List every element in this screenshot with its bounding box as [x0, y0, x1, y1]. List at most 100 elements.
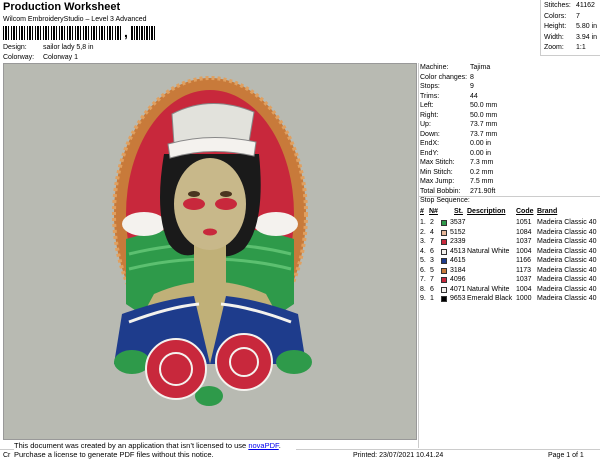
machine-label: Stops:	[420, 83, 440, 90]
stat-label: Stitches:	[544, 2, 571, 9]
machine-value: 0.00 in	[470, 149, 492, 157]
table-row: 7. 7 4096 1037 Madeira Classic 40	[419, 275, 600, 285]
notice-line-2: Purchase a license to generate PDF files…	[14, 450, 214, 459]
stat-value: 41162	[576, 2, 595, 9]
machine-label: Down:	[420, 130, 440, 138]
design-value: sailor lady 5,8 in	[42, 44, 94, 51]
cell-n: 1.	[420, 219, 426, 226]
barcode-separator: ,	[124, 24, 128, 40]
stat-row: Width: 3.94 in	[544, 33, 600, 44]
cell-st: 4071	[450, 285, 466, 293]
printed-date: Printed: 23/07/2021 10.41.24	[353, 452, 444, 459]
cell-st: 4513	[450, 247, 466, 255]
table-row: 4. 6 4513 Natural White 1004 Madeira Classic …	[419, 247, 600, 257]
machine-row: Trims: 44	[420, 92, 478, 101]
cell-st: 5152	[450, 228, 466, 236]
cell-code: 1166	[516, 257, 532, 264]
machine-label: Right:	[420, 111, 439, 119]
cell-num: 1	[430, 295, 434, 302]
cell-code: 1037	[516, 276, 532, 283]
cloud	[254, 212, 298, 236]
stats-box: Stitches: 41162 Colors: 7 Height: 5.80 in W…	[540, 0, 600, 56]
eye	[188, 191, 200, 197]
col-num: N#	[429, 208, 438, 215]
cell-brand: Madeira Classic 40	[537, 295, 597, 302]
machine-label: Max Jump:	[420, 178, 455, 185]
cell-num: 7	[430, 276, 434, 283]
color-swatch	[441, 258, 447, 264]
machine-value: 0.2 mm	[470, 168, 494, 176]
machine-label: Total Bobbin:	[420, 187, 461, 195]
color-swatch	[441, 296, 447, 302]
stat-row: Height: 5.80 in	[544, 22, 600, 33]
table-row: 5. 3 4615 1166 Madeira Classic 40	[419, 256, 600, 266]
design-preview	[3, 63, 417, 440]
cell-n: 7.	[420, 276, 426, 283]
machine-panel: Machine: Tajima Color changes: 8 Stops: 9 T…	[418, 63, 600, 448]
cell-st: 2339	[450, 238, 466, 245]
colorway-label: Colorway:	[3, 54, 35, 61]
page-number: Page 1 of 1	[548, 452, 584, 459]
machine-label: Machine:	[420, 64, 449, 71]
cell-brand: Madeira Classic 40	[537, 228, 597, 236]
machine-value: 50.0 mm	[470, 111, 498, 119]
cell-brand: Madeira Classic 40	[537, 247, 597, 255]
color-swatch	[441, 229, 447, 236]
cell-brand: Madeira Classic 40	[537, 266, 597, 274]
cell-n: 8.	[420, 285, 426, 293]
leaf	[276, 350, 312, 374]
machine-value: 0.00 in	[470, 140, 492, 147]
table-row: 2. 4 5152 1084 Madeira Classic 40	[419, 228, 600, 238]
stat-label: Colors:	[544, 12, 567, 20]
machine-row: Color changes: 8	[420, 73, 474, 82]
cell-desc: Natural White	[467, 247, 510, 255]
cell-n: 2.	[420, 228, 426, 236]
machine-value: 44	[470, 92, 478, 100]
cell-st: 3184	[450, 266, 466, 274]
machine-row: Machine: Tajima	[420, 63, 490, 72]
cell-n: 9.	[420, 295, 426, 302]
cell-num: 6	[430, 285, 434, 293]
lips	[203, 228, 217, 236]
machine-label: Up:	[420, 121, 431, 128]
machine-row: Min Stitch: 0.2 mm	[420, 168, 493, 177]
machine-label: EndY:	[420, 149, 439, 157]
machine-value: 73.7 mm	[470, 130, 498, 138]
novapdf-link[interactable]: novaPDF	[248, 441, 278, 450]
embroidery-illustration	[112, 76, 312, 406]
machine-value: 8	[470, 73, 474, 81]
machine-row: Up: 73.7 mm	[420, 120, 497, 129]
stat-value: 3.94 in	[576, 33, 598, 41]
leaf	[114, 350, 150, 374]
machine-label: Trims:	[420, 92, 440, 100]
machine-row: EndX: 0.00 in	[420, 139, 491, 148]
license-notice: This document was created by an applicat…	[14, 440, 296, 462]
machine-row: Right: 50.0 mm	[420, 111, 497, 120]
stat-row: Stitches: 41162	[544, 1, 600, 12]
cheek	[183, 198, 205, 210]
barcode-secondary	[131, 26, 155, 40]
machine-label: Min Stitch:	[420, 168, 453, 176]
cell-num: 7	[430, 238, 434, 245]
color-swatch	[441, 239, 447, 245]
col-description: Description	[467, 208, 506, 215]
color-swatch	[441, 220, 447, 226]
stat-row: Zoom: 1:1	[544, 43, 600, 54]
color-swatch	[441, 286, 447, 293]
machine-row: Left: 50.0 mm	[420, 101, 497, 110]
cell-code: 1051	[516, 219, 532, 226]
col-hash: #	[420, 208, 424, 215]
neck	[194, 244, 226, 294]
cell-code: 1004	[516, 285, 532, 293]
cell-st: 3537	[450, 219, 466, 226]
cell-code: 1173	[516, 266, 532, 274]
stat-label: Height:	[544, 23, 567, 30]
machine-value: 7.3 mm	[470, 159, 494, 166]
cell-brand: Madeira Classic 40	[537, 238, 597, 245]
cell-brand: Madeira Classic 40	[537, 257, 597, 264]
cheek	[215, 198, 237, 210]
table-row: 6. 5 3184 1173 Madeira Classic 40	[419, 266, 600, 276]
stat-value: 1:1	[576, 44, 586, 51]
machine-value: 73.7 mm	[470, 121, 498, 128]
rose-right	[215, 333, 273, 391]
